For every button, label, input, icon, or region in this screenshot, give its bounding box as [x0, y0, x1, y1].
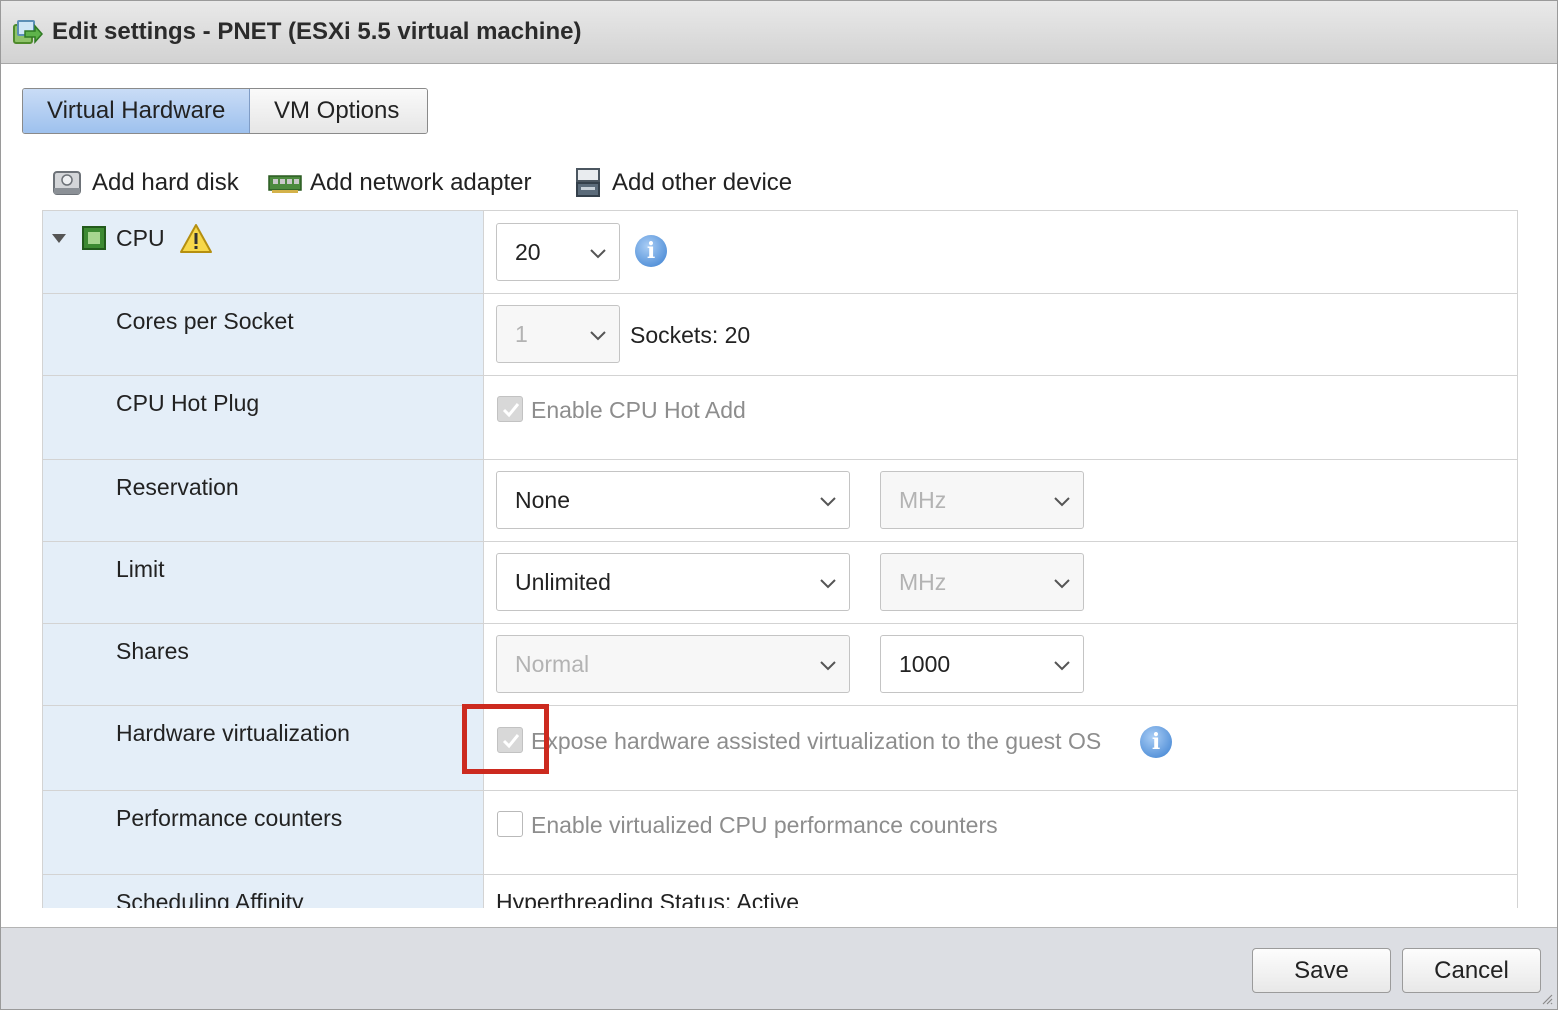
reservation-select[interactable]: None — [496, 471, 850, 529]
chevron-down-icon — [1054, 579, 1070, 589]
reservation-value: None — [515, 487, 570, 513]
hardware-virtualization-row: Hardware virtualization Expose hardware … — [43, 706, 1517, 791]
reservation-label: Reservation — [116, 474, 239, 500]
chevron-down-icon — [590, 249, 606, 259]
resize-grip-icon[interactable] — [1541, 993, 1553, 1005]
hyperthreading-status: Hyperthreading Status: Active — [496, 889, 799, 908]
expose-hw-virtualization-label: Expose hardware assisted virtualization … — [531, 728, 1102, 754]
add-network-adapter-label: Add network adapter — [310, 169, 532, 196]
perf-counters-checkbox[interactable] — [497, 811, 523, 837]
chevron-down-icon — [1054, 661, 1070, 671]
chevron-down-icon — [1054, 497, 1070, 507]
cpu-count-value: 20 — [515, 239, 541, 265]
dialog-title: Edit settings - PNET (ESXi 5.5 virtual m… — [52, 18, 582, 45]
other-device-icon — [576, 168, 600, 197]
cpu-row: CPU 20 i — [43, 211, 1517, 294]
limit-unit: MHz — [899, 569, 947, 595]
info-icon[interactable]: i — [1140, 726, 1172, 758]
limit-value: Unlimited — [515, 569, 611, 595]
cpu-chip-icon — [82, 226, 106, 250]
add-other-device-button[interactable]: Add other device — [574, 165, 792, 201]
chevron-down-icon — [820, 579, 836, 589]
edit-settings-dialog: Edit settings - PNET (ESXi 5.5 virtual m… — [0, 0, 1558, 1010]
dialog-footer: Save Cancel — [1, 927, 1557, 1009]
scheduling-affinity-label: Scheduling Affinity — [116, 889, 304, 908]
chevron-down-icon — [590, 331, 606, 341]
chevron-down-icon — [820, 497, 836, 507]
reservation-unit-select[interactable]: MHz — [880, 471, 1084, 529]
performance-counters-row: Performance counters Enable virtualized … — [43, 791, 1517, 875]
shares-row: Shares Normal 1000 — [43, 624, 1517, 706]
add-other-device-label: Add other device — [612, 169, 793, 196]
hardware-table: CPU 20 i Cores per Socket 1 Sockets: 20 … — [42, 210, 1518, 908]
perf-counters-checkbox-label: Enable virtualized CPU performance count… — [531, 812, 998, 838]
limit-row: Limit Unlimited MHz — [43, 542, 1517, 624]
cores-per-socket-select[interactable]: 1 — [496, 305, 620, 363]
cancel-button[interactable]: Cancel — [1402, 948, 1541, 993]
tab-virtual-hardware[interactable]: Virtual Hardware — [23, 89, 250, 133]
save-button[interactable]: Save — [1252, 948, 1391, 993]
cores-per-socket-value: 1 — [515, 321, 528, 347]
shares-label: Shares — [116, 638, 189, 664]
reservation-row: Reservation None MHz — [43, 460, 1517, 542]
scheduling-affinity-row: Scheduling Affinity Hyperthreading Statu… — [43, 875, 1517, 908]
cpu-hot-add-checkbox[interactable] — [497, 396, 523, 422]
highlight-box — [462, 704, 549, 774]
chevron-down-icon — [820, 661, 836, 671]
limit-select[interactable]: Unlimited — [496, 553, 850, 611]
limit-unit-select[interactable]: MHz — [880, 553, 1084, 611]
shares-amount-select[interactable]: 1000 — [880, 635, 1084, 693]
cpu-hot-plug-label: CPU Hot Plug — [116, 390, 260, 416]
reservation-unit: MHz — [899, 487, 947, 513]
expand-caret-icon[interactable] — [51, 233, 67, 245]
cpu-hot-plug-row: CPU Hot Plug Enable CPU Hot Add — [43, 376, 1517, 460]
shares-amount: 1000 — [899, 651, 951, 677]
shares-select[interactable]: Normal — [496, 635, 850, 693]
add-hard-disk-label: Add hard disk — [92, 169, 239, 196]
edit-vm-icon — [13, 20, 43, 44]
cpu-hot-add-label: Enable CPU Hot Add — [531, 397, 746, 423]
info-icon[interactable]: i — [635, 235, 667, 267]
hard-disk-icon — [53, 171, 81, 195]
hardware-virtualization-label: Hardware virtualization — [116, 720, 350, 746]
cores-per-socket-row: Cores per Socket 1 Sockets: 20 — [43, 294, 1517, 376]
performance-counters-label: Performance counters — [116, 805, 343, 831]
cpu-label: CPU — [116, 225, 165, 251]
add-hard-disk-button[interactable]: Add hard disk — [52, 165, 239, 201]
tab-bar: Virtual Hardware VM Options — [22, 88, 428, 134]
cpu-count-select[interactable]: 20 — [496, 223, 620, 281]
warning-icon — [180, 224, 212, 253]
add-network-adapter-button[interactable]: Add network adapter — [268, 165, 531, 201]
network-adapter-icon — [268, 175, 302, 193]
limit-label: Limit — [116, 556, 165, 582]
sockets-text: Sockets: 20 — [630, 322, 751, 348]
title-bar[interactable]: Edit settings - PNET (ESXi 5.5 virtual m… — [1, 1, 1557, 64]
tab-vm-options[interactable]: VM Options — [250, 89, 427, 133]
cores-per-socket-label: Cores per Socket — [116, 308, 294, 334]
shares-value: Normal — [515, 651, 590, 677]
checkmark-icon — [502, 403, 520, 418]
